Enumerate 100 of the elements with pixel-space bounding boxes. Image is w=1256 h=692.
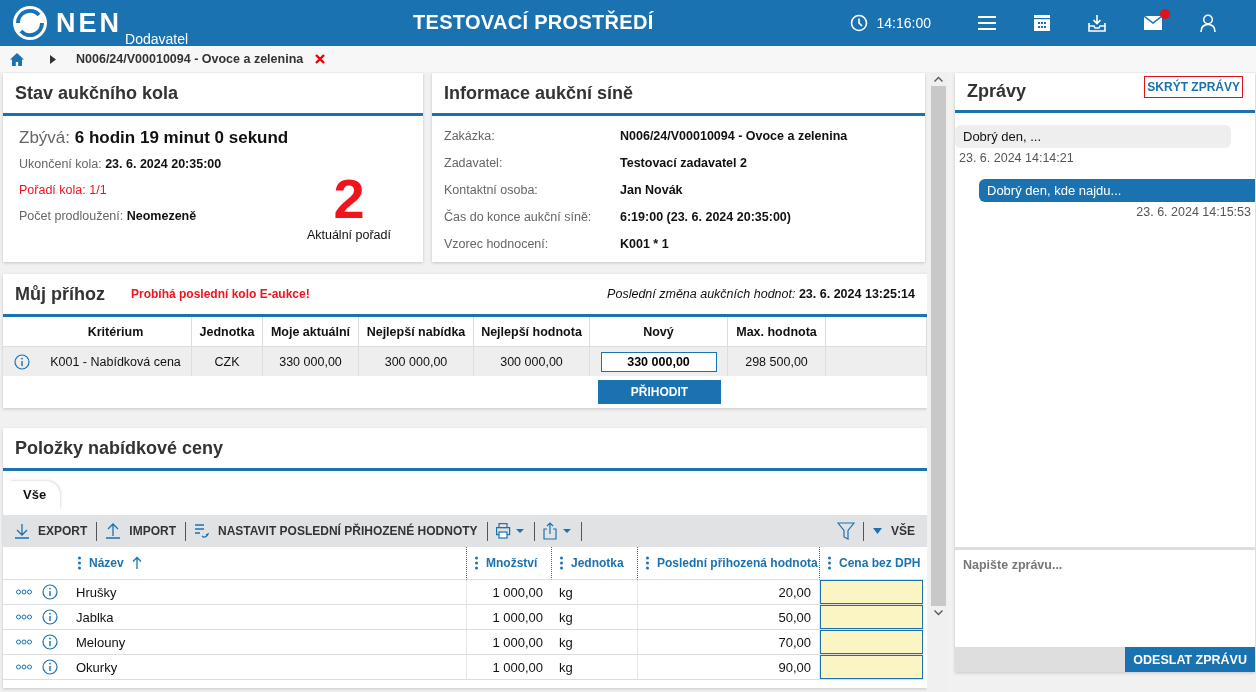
bid-input-field[interactable]: 330 000,00 xyxy=(600,351,717,372)
last-change-text: Poslední změna aukčních hodnot: 23. 6. 2024 13:25:14 xyxy=(607,287,915,301)
table-cell: 330 000,00 xyxy=(263,347,359,376)
column-header[interactable]: Cena bez DPH xyxy=(839,556,921,570)
section-title: Informace aukční síně xyxy=(444,82,634,104)
toolbar-button[interactable]: EXPORT xyxy=(9,523,94,539)
table-cell: Hrušky xyxy=(68,580,466,605)
table-cell: 300 000,00 xyxy=(474,347,590,376)
table-cell: CZK xyxy=(192,347,263,376)
info-label: Čas do konce aukční síně: xyxy=(444,208,593,226)
inbox-download-icon[interactable] xyxy=(1088,14,1106,32)
scroll-up-icon[interactable] xyxy=(934,76,943,82)
info-value: Testovací zadavatel 2 xyxy=(620,155,748,172)
status-field: Ukončení kola: 23. 6. 2024 20:35:00 xyxy=(19,157,307,171)
remaining-time: Zbývá: 6 hodin 19 minut 0 sekund xyxy=(19,128,290,148)
message-input-field[interactable]: Napište zprávu... xyxy=(955,547,1255,647)
caret-down-icon xyxy=(873,528,882,534)
message-time: 23. 6. 2024 14:15:53 xyxy=(1136,205,1252,219)
calendar-icon[interactable] xyxy=(1034,15,1050,31)
info-label: Vzorec hodnocení: xyxy=(444,236,550,253)
printer-icon[interactable] xyxy=(495,523,526,539)
table-cell: 298 500,00 xyxy=(728,347,826,376)
price-input-field[interactable] xyxy=(820,655,923,679)
table-cell: 20,00 xyxy=(637,580,819,605)
breadcrumb-link[interactable]: N006/24/V00010094 - Ovoce a zelenina xyxy=(76,52,304,66)
rank-label: Aktuální pořadí xyxy=(306,228,391,242)
list-icon xyxy=(195,523,209,539)
send-message-button[interactable]: ODESLAT ZPRÁVU xyxy=(1125,647,1255,672)
price-input-field[interactable] xyxy=(820,630,923,654)
column-menu-icon[interactable] xyxy=(646,556,649,570)
status-field: Pořadí kola: 1/1 xyxy=(19,183,307,197)
table-cell: 300 000,00 xyxy=(359,347,474,376)
table-cell: kg xyxy=(551,605,637,630)
warning-text: Probíhá poslední kolo E-aukce! xyxy=(131,287,310,301)
table-cell: Jablka xyxy=(68,605,466,630)
message-time: 23. 6. 2024 14:14:21 xyxy=(958,151,1075,165)
filter-dropdown[interactable]: VŠE xyxy=(867,524,921,538)
menu-icon[interactable] xyxy=(978,15,996,31)
info-value: 6:19:00 (23. 6. 2024 20:35:00) xyxy=(620,209,792,226)
section-title: Stav aukčního kola xyxy=(15,82,179,104)
table-cell: 1 000,00 xyxy=(466,580,551,605)
scroll-down-icon[interactable] xyxy=(934,610,943,616)
clock-icon xyxy=(849,14,868,32)
table-cell: K001 - Nabídková cena xyxy=(40,347,192,376)
column-menu-icon[interactable] xyxy=(78,556,81,570)
column-header[interactable]: Poslední přihozená hodnota xyxy=(657,556,818,570)
clock-time: 14:16:00 xyxy=(876,15,931,31)
info-label: Zakázka: xyxy=(444,128,496,145)
table-cell: 1 000,00 xyxy=(466,655,551,680)
close-icon[interactable] xyxy=(315,54,326,64)
chevron-right-icon xyxy=(50,54,56,64)
upload-icon xyxy=(106,523,121,539)
logo-text: NEN xyxy=(56,7,122,40)
download-icon xyxy=(15,523,29,539)
table-cell: kg xyxy=(551,630,637,655)
toolbar-button[interactable]: NASTAVIT POSLEDNÍ PŘIHOZENÉ HODNOTY xyxy=(189,523,484,539)
table-cell: Okurky xyxy=(68,655,466,680)
tab[interactable]: Vše xyxy=(9,481,61,509)
column-header[interactable]: Jednotka xyxy=(571,556,624,570)
more-icon[interactable] xyxy=(16,589,32,595)
column-menu-icon[interactable] xyxy=(828,556,831,570)
price-input-field[interactable] xyxy=(820,605,923,629)
column-menu-icon[interactable] xyxy=(560,556,563,570)
info-icon[interactable] xyxy=(42,634,58,650)
column-menu-icon[interactable] xyxy=(475,556,478,570)
logo-icon xyxy=(12,5,48,41)
share-icon[interactable] xyxy=(542,522,573,540)
mail-icon[interactable] xyxy=(1144,16,1162,30)
info-label: Kontaktní osoba: xyxy=(444,182,539,199)
table-cell: 50,00 xyxy=(637,605,819,630)
filter-icon[interactable] xyxy=(837,522,855,540)
message-bubble: Dobrý den, kde najdu... xyxy=(979,179,1255,202)
user-icon[interactable] xyxy=(1200,14,1216,32)
home-icon[interactable] xyxy=(10,52,24,66)
table-cell: kg xyxy=(551,655,637,680)
hide-messages-button[interactable]: SKRÝT ZPRÁVY xyxy=(1144,75,1243,98)
price-input-field[interactable] xyxy=(820,580,923,604)
more-icon[interactable] xyxy=(16,614,32,620)
info-value: Jan Novák xyxy=(620,182,684,199)
section-title: Zprávy xyxy=(967,81,1027,102)
info-icon[interactable] xyxy=(13,353,30,370)
toolbar-button[interactable]: IMPORT xyxy=(100,523,182,539)
table-cell: 1 000,00 xyxy=(466,630,551,655)
table-cell: kg xyxy=(551,580,637,605)
info-icon[interactable] xyxy=(42,659,58,675)
section-title: Můj příhoz xyxy=(15,283,105,305)
info-icon[interactable] xyxy=(42,584,58,600)
logo-subtitle: Dodavatel xyxy=(125,31,189,47)
rank-number: 2 xyxy=(333,174,365,224)
more-icon[interactable] xyxy=(16,639,32,645)
info-icon[interactable] xyxy=(42,609,58,625)
info-label: Zadavatel: xyxy=(444,155,504,172)
info-value: K001 * 1 xyxy=(620,236,670,253)
column-header[interactable]: Množství xyxy=(486,556,538,570)
more-icon[interactable] xyxy=(16,664,32,670)
column-header[interactable]: Název xyxy=(89,556,124,570)
table-cell: 1 000,00 xyxy=(466,605,551,630)
message-bubble: Dobrý den, ... xyxy=(955,125,1231,148)
status-field: Počet prodloužení: Neomezeně xyxy=(19,209,307,223)
bid-button[interactable]: PŘIHODIT xyxy=(598,380,721,404)
